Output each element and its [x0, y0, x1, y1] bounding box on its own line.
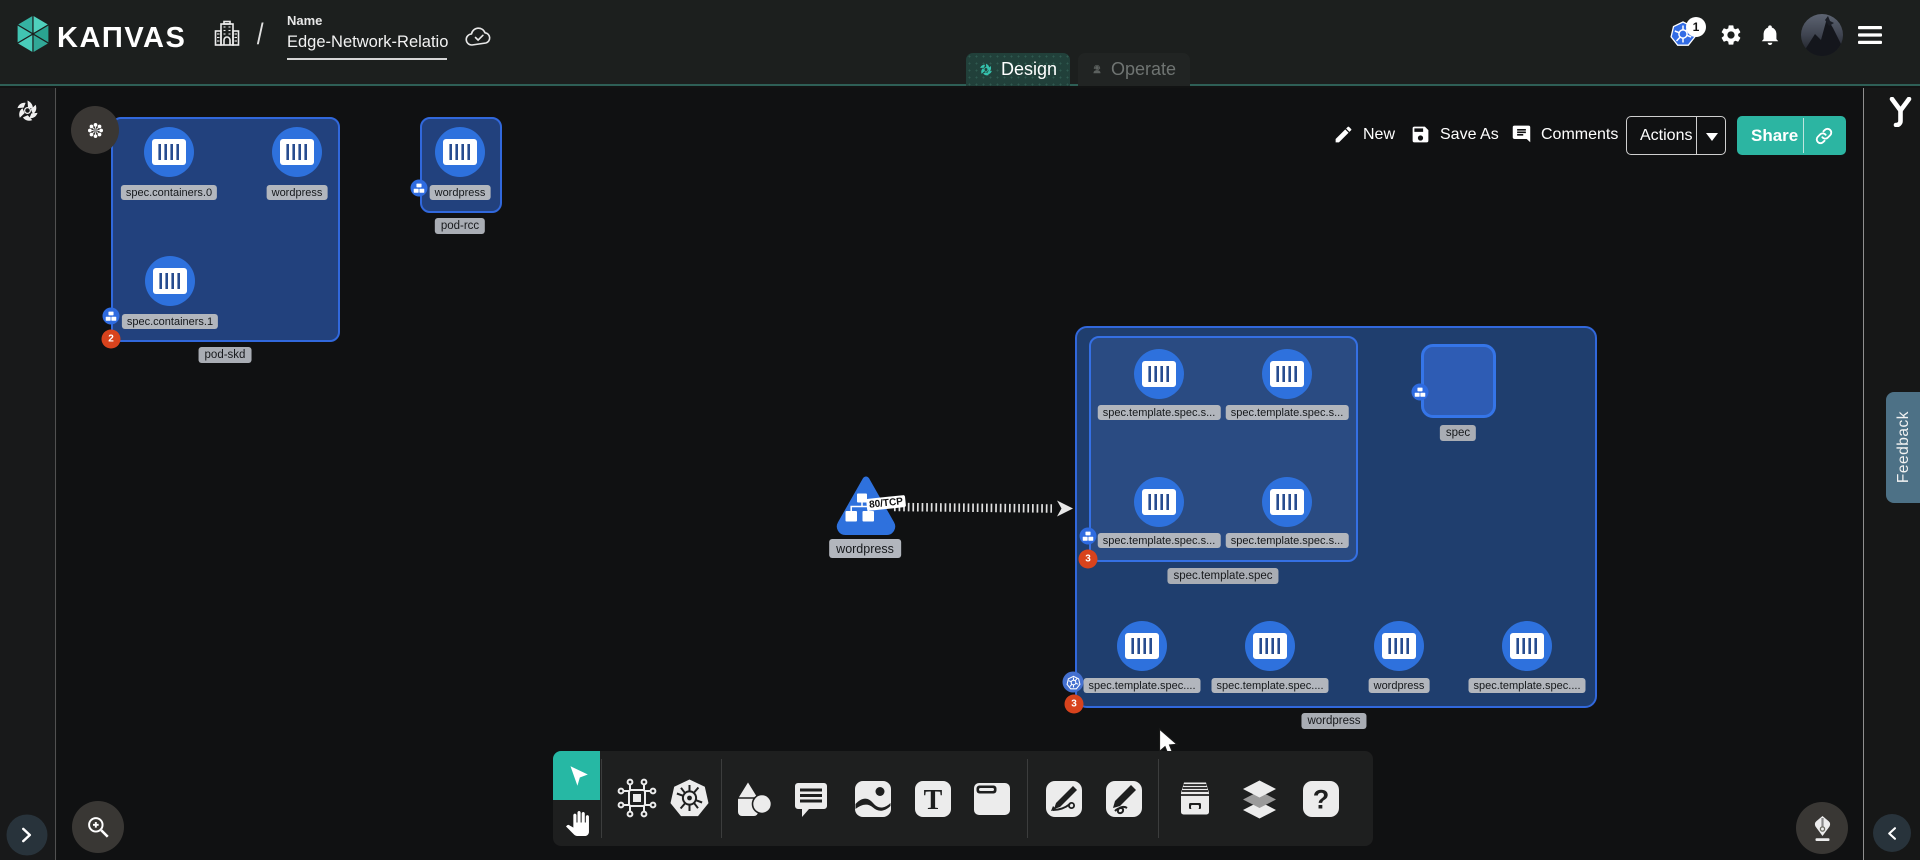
svg-text:T: T: [924, 785, 943, 816]
svg-text:?: ?: [1313, 785, 1330, 815]
